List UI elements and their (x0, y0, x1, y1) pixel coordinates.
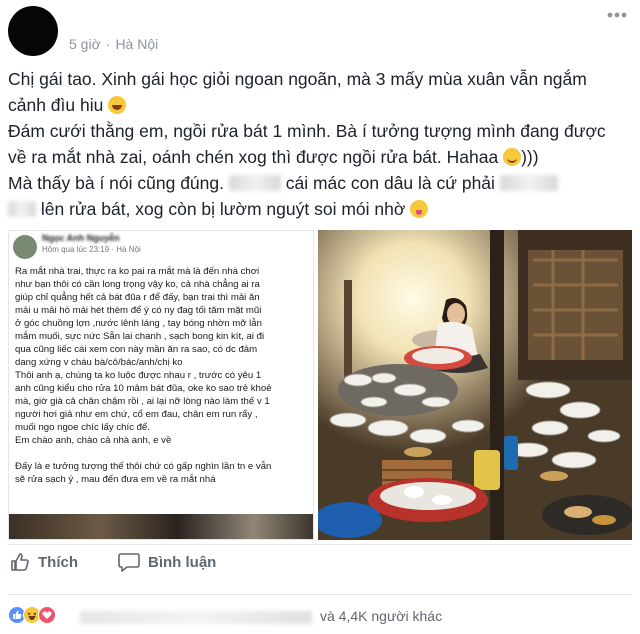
post-meta: 5 giờ · Hà Nội (69, 36, 158, 52)
post-line: về ra mắt nhà zai, oánh chén xog thì đượ… (8, 147, 499, 167)
reaction-icons[interactable] (8, 606, 56, 624)
like-icon (11, 553, 29, 571)
avatar[interactable] (8, 6, 58, 56)
comment-label: Bình luận (148, 553, 217, 571)
redacted-text (8, 201, 36, 217)
screenshot-photo-strip (9, 514, 313, 539)
post-line: Chị gái tao. Xinh gái học giỏi ngoan ngo… (8, 69, 587, 89)
like-button[interactable]: Thích (10, 552, 78, 572)
post-line: Đám cưới thằng em, ngồi rửa bát 1 mình. … (8, 121, 606, 141)
reaction-count[interactable]: và 4,4K người khác (320, 608, 442, 624)
like-label: Thích (38, 553, 78, 571)
tongue-emoji-icon (410, 200, 429, 218)
post-text: Chị gái tao. Xinh gái học giỏi ngoan ngo… (8, 66, 632, 222)
post-location[interactable]: Hà Nội (115, 36, 158, 52)
redacted-names (80, 611, 312, 624)
love-reaction-icon (38, 606, 56, 624)
smile-emoji-icon (503, 148, 522, 166)
post-line: ))) (521, 147, 539, 167)
dishwashing-illustration (318, 230, 632, 540)
screenshot-avatar (13, 235, 37, 259)
post-photo-screenshot[interactable]: Ngọc Anh Nguyễn Hôm qua lúc 23:19 · Hà N… (8, 230, 314, 540)
divider (8, 594, 632, 595)
post-photo-dishwashing[interactable] (318, 230, 632, 540)
screenshot-time: Hôm qua lúc 23:19 · Hà Nội (42, 245, 141, 254)
redacted-text (228, 175, 281, 191)
meta-separator: · (105, 36, 111, 52)
redacted-text (499, 175, 558, 191)
post-line: lên rửa bát, xog còn bị lườm nguýt soi m… (40, 199, 406, 219)
comment-icon (118, 553, 140, 572)
screenshot-body: Ra mắt nhà trai, thực ra ko pai ra mắt m… (15, 266, 272, 485)
comment-button[interactable]: Bình luận (118, 552, 216, 572)
more-options-icon[interactable] (604, 8, 630, 22)
post-line: cái mác con dâu là cứ phải (285, 173, 495, 193)
screenshot-author: Ngọc Anh Nguyễn (42, 233, 120, 243)
divider (8, 544, 632, 545)
post-time[interactable]: 5 giờ (69, 36, 101, 52)
post-line: cảnh đìu hiu (8, 95, 104, 115)
laugh-emoji-icon (108, 96, 127, 114)
post-line: Mà thấy bà í nói cũng đúng. (8, 173, 224, 193)
